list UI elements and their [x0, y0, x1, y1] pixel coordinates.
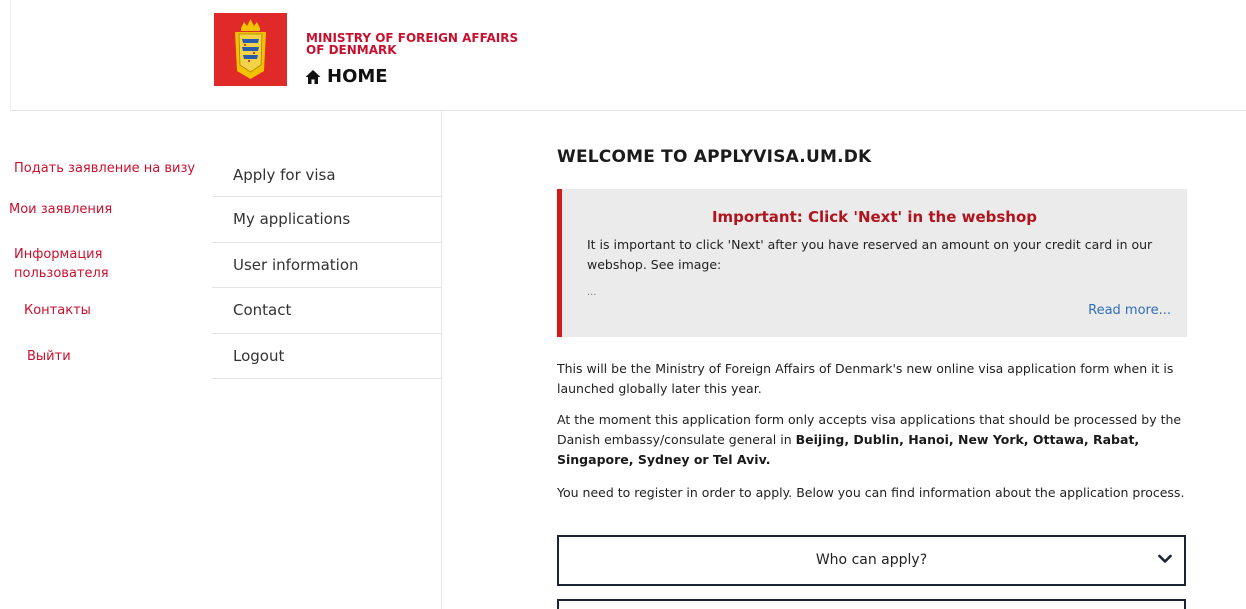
ru-nav-user-information-line1[interactable]: Информация — [14, 245, 102, 264]
accordion-label: Who can apply? — [815, 552, 928, 568]
column-divider — [441, 111, 442, 609]
notice-text: It is important to click 'Next' after yo… — [587, 237, 1153, 272]
notice-ellipsis: ... — [587, 287, 597, 298]
ru-nav-contact[interactable]: Контакты — [24, 301, 91, 320]
home-label: HOME — [327, 66, 388, 87]
denmark-coat-of-arms-logo[interactable] — [214, 13, 287, 86]
important-notice: Important: Click 'Next' in the webshop I… — [557, 189, 1187, 337]
accordion-next[interactable] — [557, 599, 1186, 609]
nav-item-contact[interactable]: Contact — [212, 288, 441, 334]
main-nav: Apply for visa My applications User info… — [212, 153, 441, 379]
ru-nav-user-information-line2[interactable]: пользователя — [14, 264, 109, 283]
chevron-down-icon — [1158, 554, 1172, 563]
nav-item-my-applications[interactable]: My applications — [212, 197, 441, 243]
home-icon — [305, 69, 321, 84]
ministry-name-line2: OF DENMARK — [306, 43, 397, 57]
ru-nav-logout[interactable]: Выйти — [27, 347, 71, 366]
nav-item-apply-for-visa[interactable]: Apply for visa — [212, 153, 441, 197]
home-link[interactable]: HOME — [305, 66, 388, 87]
site-header: MINISTRY OF FOREIGN AFFAIRS OF DENMARK H… — [10, 0, 1246, 111]
ru-nav-apply-for-visa[interactable]: Подать заявление на визу — [14, 159, 195, 178]
intro-paragraph: This will be the Ministry of Foreign Aff… — [557, 361, 1174, 396]
nav-item-user-information[interactable]: User information — [212, 243, 441, 288]
crown-shield-icon — [235, 19, 266, 79]
embassies-paragraph: At the moment this application form only… — [557, 410, 1189, 470]
ministry-name: MINISTRY OF FOREIGN AFFAIRS OF DENMARK — [306, 32, 566, 56]
page-title: WELCOME TO APPLYVISA.UM.DK — [557, 147, 872, 167]
nav-item-logout[interactable]: Logout — [212, 334, 441, 379]
accordion-who-can-apply[interactable]: Who can apply? — [557, 535, 1186, 586]
ru-nav-my-applications[interactable]: Мои заявления — [9, 200, 112, 219]
notice-title: Important: Click 'Next' in the webshop — [711, 208, 1038, 226]
register-paragraph: You need to register in order to apply. … — [557, 485, 1185, 500]
read-more-link[interactable]: Read more... — [1088, 303, 1171, 318]
